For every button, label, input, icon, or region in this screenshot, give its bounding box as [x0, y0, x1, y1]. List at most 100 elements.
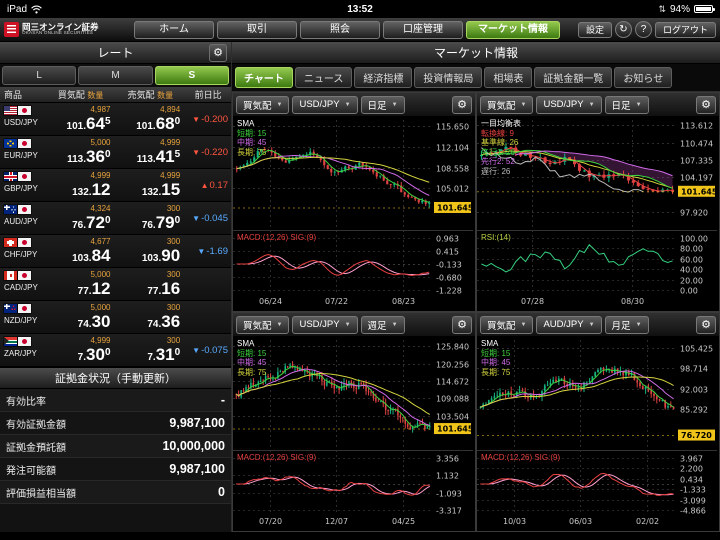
- market-tabs: チャートニュース経済指標投資情報局相場表証拠金額一覧お知らせ: [232, 64, 720, 92]
- logo-bars-icon: [7, 25, 16, 34]
- battery-icon: [694, 5, 713, 13]
- ask-cell[interactable]: 4,999132.15: [116, 169, 186, 201]
- market-tab-rate-table[interactable]: 相場表: [484, 67, 532, 88]
- gear-icon: ⚙: [701, 99, 711, 111]
- bid-cell[interactable]: 5,00077.12: [46, 268, 116, 300]
- market-tab-news[interactable]: ニュース: [295, 67, 353, 88]
- chevron-down-icon: ▼: [345, 322, 351, 328]
- flag-pair: [4, 205, 46, 214]
- bid-cell[interactable]: 4,9997.300: [46, 334, 116, 366]
- jpy-flag-icon: [18, 106, 31, 115]
- margin-row: 証拠金預託額10,000,000: [0, 435, 231, 458]
- chart-settings-button[interactable]: ⚙: [452, 316, 472, 334]
- gear-icon: ⚙: [213, 47, 223, 59]
- chart-price-type-select[interactable]: 買気配▼: [236, 96, 289, 114]
- chart-price-type-select[interactable]: 買気配▼: [480, 96, 533, 114]
- margin-row: 有効比率-: [0, 389, 231, 412]
- chart-pair-select[interactable]: USD/JPY▼: [292, 316, 357, 334]
- chart-price-type-select[interactable]: 買気配▼: [236, 316, 289, 334]
- chart-panel-4: 買気配▼AUD/JPY▼月足▼⚙SMA短期: 15中期: 45長期: 75MAC…: [476, 312, 720, 532]
- market-tab-chart[interactable]: チャート: [235, 67, 293, 88]
- settings-button[interactable]: 設定: [578, 22, 612, 38]
- bid-cell[interactable]: 4,987101.645: [46, 103, 116, 135]
- change-cell: ▼-0.045: [185, 202, 231, 234]
- pair-label: GBP/JPY: [4, 184, 46, 193]
- bid-price: 77.12: [78, 281, 111, 299]
- margin-row: 発注可能額9,987,100: [0, 458, 231, 481]
- chart-pair-select[interactable]: USD/JPY▼: [292, 96, 357, 114]
- rate-size-tab-l[interactable]: L: [2, 66, 76, 85]
- rate-settings-button[interactable]: ⚙: [209, 44, 227, 62]
- chart-interval-select[interactable]: 日足▼: [605, 96, 649, 114]
- rate-row[interactable]: USD/JPY4,987101.6454,894101.680▼-0.200: [0, 103, 231, 136]
- margin-value: 10,000,000: [162, 439, 225, 453]
- chart-settings-button[interactable]: ⚙: [696, 96, 716, 114]
- ask-cell[interactable]: 300103.90: [116, 235, 186, 267]
- refresh-icon: ↻: [619, 24, 627, 35]
- chevron-down-icon: ▼: [636, 322, 642, 328]
- jpy-flag-icon: [18, 337, 31, 346]
- nav-item-account[interactable]: 口座管理: [383, 21, 463, 39]
- ask-cell[interactable]: 30074.36: [116, 301, 186, 333]
- rate-row[interactable]: CHF/JPY4,677103.84300103.90▼-1.69: [0, 235, 231, 268]
- help-button[interactable]: ?: [635, 21, 652, 38]
- chart-canvas[interactable]: [477, 117, 717, 311]
- rate-row[interactable]: ZAR/JPY4,9997.3003007.310▼-0.075: [0, 334, 231, 367]
- column-instrument: 商品: [0, 88, 46, 101]
- chart-pair-select[interactable]: USD/JPY▼: [536, 96, 601, 114]
- nav-item-market-info[interactable]: マーケット情報: [466, 21, 560, 39]
- okasan-logo-icon: [4, 22, 19, 37]
- instrument-cell: CAD/JPY: [0, 268, 46, 300]
- column-change: 前日比: [185, 88, 231, 101]
- bid-cell[interactable]: 4,677103.84: [46, 235, 116, 267]
- ask-cell[interactable]: 4,999113.415: [116, 136, 186, 168]
- bid-cell[interactable]: 4,999132.12: [46, 169, 116, 201]
- rate-row[interactable]: NZD/JPY5,00074.3030074.36: [0, 301, 231, 334]
- app-screen: iPad 13:52 ⇅ 94% 岡三オンライン証券 OKASAN ONLINE…: [0, 0, 720, 540]
- chart-interval-select[interactable]: 月足▼: [605, 316, 649, 334]
- chart-settings-button[interactable]: ⚙: [696, 316, 716, 334]
- chart-canvas[interactable]: [233, 117, 473, 311]
- chart-interval-select[interactable]: 日足▼: [361, 96, 405, 114]
- ask-cell[interactable]: 3007.310: [116, 334, 186, 366]
- rate-size-tab-s[interactable]: S: [155, 66, 229, 85]
- rate-table-header: 商品 買気配 数量 売気配 数量 前日比: [0, 87, 231, 103]
- chart-canvas[interactable]: [233, 337, 473, 531]
- rate-size-tab-m[interactable]: M: [78, 66, 152, 85]
- rate-size-tabs: LMS: [0, 64, 231, 87]
- chart-settings-button[interactable]: ⚙: [452, 96, 472, 114]
- chart-canvas[interactable]: [477, 337, 717, 531]
- bid-quantity: 5,000: [90, 138, 110, 147]
- rate-row[interactable]: CAD/JPY5,00077.1230077.16: [0, 268, 231, 301]
- bid-quantity: 4,324: [90, 204, 110, 213]
- ask-cell[interactable]: 30076.790: [116, 202, 186, 234]
- market-tab-margin-list[interactable]: 証拠金額一覧: [534, 67, 612, 88]
- nav-item-trade[interactable]: 取引: [217, 21, 297, 39]
- market-tab-notice[interactable]: お知らせ: [614, 67, 672, 88]
- rate-row[interactable]: GBP/JPY4,999132.124,999132.15▲0.17: [0, 169, 231, 202]
- flag-pair: [4, 304, 46, 313]
- market-tab-investment-info[interactable]: 投資情報局: [414, 67, 482, 88]
- rate-row[interactable]: AUD/JPY4,32476.72030076.790▼-0.045: [0, 202, 231, 235]
- bid-cell[interactable]: 5,000113.360: [46, 136, 116, 168]
- ask-cell[interactable]: 30077.16: [116, 268, 186, 300]
- nav-item-inquiry[interactable]: 照会: [300, 21, 380, 39]
- bid-cell[interactable]: 4,32476.720: [46, 202, 116, 234]
- rate-row[interactable]: EUR/JPY5,000113.3604,999113.415▼-0.220: [0, 136, 231, 169]
- nav-item-home[interactable]: ホーム: [134, 21, 214, 39]
- flag-pair: [4, 139, 46, 148]
- market-tab-economic-indicators[interactable]: 経済指標: [354, 67, 412, 88]
- column-ask: 売気配 数量: [116, 88, 186, 101]
- rate-rows: USD/JPY4,987101.6454,894101.680▼-0.200EU…: [0, 103, 231, 367]
- chart-toolbar: 買気配▼USD/JPY▼日足▼ ⚙: [477, 93, 719, 117]
- bid-quantity: 4,999: [90, 336, 110, 345]
- margin-value: 9,987,100: [169, 416, 225, 430]
- chart-interval-select[interactable]: 週足▼: [361, 316, 405, 334]
- jpy-flag-icon: [18, 205, 31, 214]
- bid-cell[interactable]: 5,00074.30: [46, 301, 116, 333]
- logout-button[interactable]: ログアウト: [655, 22, 716, 38]
- ask-cell[interactable]: 4,894101.680: [116, 103, 186, 135]
- chart-price-type-select[interactable]: 買気配▼: [480, 316, 533, 334]
- refresh-button[interactable]: ↻: [615, 21, 632, 38]
- chart-pair-select[interactable]: AUD/JPY▼: [536, 316, 601, 334]
